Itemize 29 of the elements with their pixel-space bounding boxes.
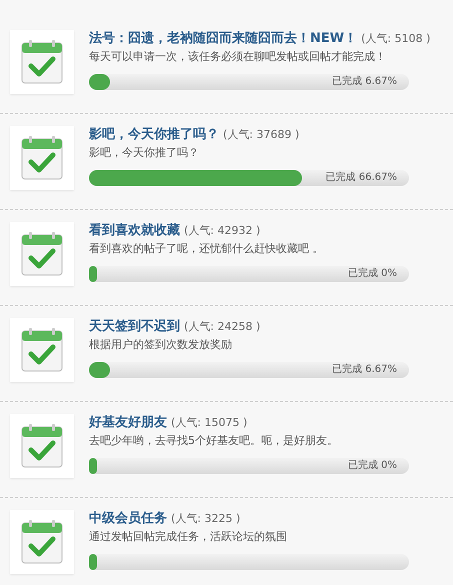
task-description: 通过发帖回帖完成任务，活跃论坛的氛围 [89, 529, 288, 545]
calendar-check-icon [20, 39, 64, 85]
progress-label: 已完成 0% [348, 266, 397, 281]
popularity-count: (人气: 15075 ) [171, 415, 248, 431]
task-title[interactable]: 天天签到不迟到 [89, 318, 180, 336]
task-description: 看到喜欢的帖子了呢，还忧郁什么赶快收藏吧 。 [89, 241, 324, 257]
calendar-check-icon [20, 423, 64, 469]
task-description: 根据用户的签到次数发放奖励 [89, 337, 233, 353]
task-title[interactable]: 好基友好朋友 [89, 414, 167, 432]
task-description: 去吧少年哟，去寻找5个好基友吧。呃，是好朋友。 [89, 433, 339, 449]
task-title[interactable]: 法号：囧遗，老衲随囧而来随囧而去！NEW！ [89, 30, 358, 48]
calendar-check-icon [20, 519, 64, 565]
progress-label: 已完成 6.67% [332, 362, 397, 377]
popularity-count: (人气: 3225 ) [171, 511, 240, 527]
task-description: 每天可以申请一次，该任务必须在聊吧发帖或回帖才能完成！ [89, 49, 387, 65]
popularity-count: (人气: 37689 ) [223, 127, 300, 143]
calendar-check-icon [20, 327, 64, 373]
popularity-count: (人气: 5108 ) [361, 31, 430, 47]
calendar-check-icon [20, 135, 64, 181]
popularity-count: (人气: 24258 ) [184, 319, 260, 335]
progress-label: 已完成 0% [348, 458, 397, 473]
popularity-count: (人气: 42932 ) [184, 223, 260, 239]
progress-label: 已完成 66.67% [326, 170, 397, 185]
calendar-check-icon [20, 231, 64, 277]
task-title[interactable]: 中级会员任务 [89, 510, 167, 528]
task-title[interactable]: 看到喜欢就收藏 [89, 222, 180, 240]
task-title[interactable]: 影吧，今天你推了吗？ [89, 126, 219, 144]
progress-label: 已完成 6.67% [332, 74, 397, 89]
task-description: 影吧，今天你推了吗？ [89, 145, 200, 161]
